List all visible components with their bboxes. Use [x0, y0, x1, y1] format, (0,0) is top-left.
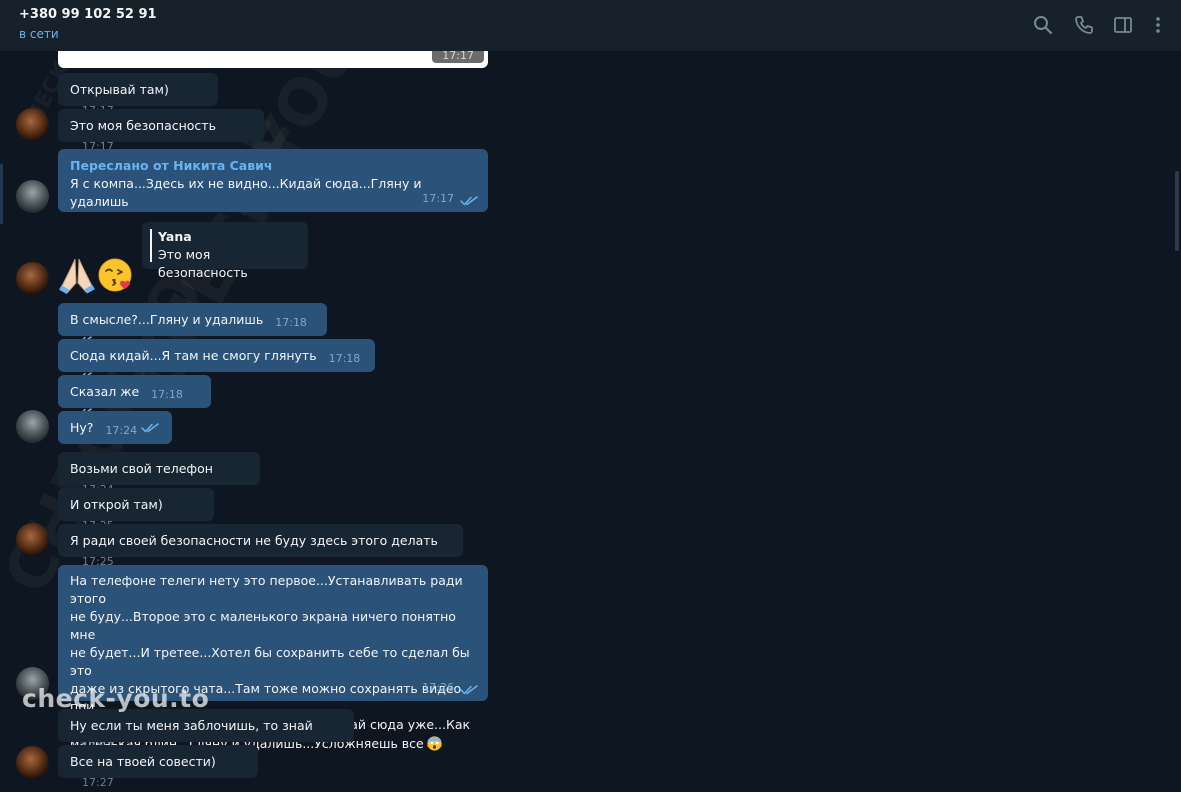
message-time: 17:18 [328, 352, 361, 365]
search-icon[interactable] [1032, 14, 1054, 36]
message-outgoing[interactable]: В смысле?...Гляну и удалишь 17:18 [58, 303, 327, 346]
scrollbar[interactable] [1175, 171, 1179, 251]
phone-icon[interactable] [1073, 14, 1095, 36]
message-text: Сюда кидай...Я там не смогу глянуть [70, 348, 317, 363]
message-outgoing[interactable]: Сюда кидай...Я там не смогу глянуть 17:18 [58, 339, 375, 382]
message-text: Я с компа...Здесь их не видно...Кидай сю… [70, 176, 422, 209]
read-ticks-icon [460, 685, 478, 695]
peer-phone[interactable]: +380 99 102 52 91 [19, 7, 157, 22]
screaming-face-icon [426, 736, 442, 751]
message-time: 17:27 [82, 776, 114, 789]
message-text: Все на твоей совести) [70, 754, 216, 769]
message-text: В смысле?...Гляну и удалишь [70, 312, 264, 327]
message-outgoing[interactable]: Сказал же 17:18 [58, 375, 211, 418]
message-incoming[interactable]: Возьми свой телефон17:24 [58, 452, 260, 496]
message-line: не буду...Второе это с маленького экрана… [70, 609, 456, 642]
avatar-yana[interactable] [16, 746, 49, 779]
message-time: 17:18 [151, 388, 183, 401]
avatar-yana[interactable] [16, 108, 49, 141]
message-text: Возьми свой телефон [70, 461, 213, 476]
message-incoming[interactable]: Ну если ты меня заблочишь, то знай17:27 [58, 709, 354, 753]
message-list[interactable]: CHECK-YOU.ME CHECK-YOU.ME CHECK-YOU.ME 1… [0, 0, 1181, 789]
message-text: Ну? [70, 420, 94, 435]
forwarded-from-label[interactable]: Переслано от Никита Савич [70, 157, 476, 175]
message-text: Ну если ты меня заблочишь, то знай [70, 718, 313, 733]
message-time: 17:26 [422, 681, 454, 694]
message-text: Это моя безопасность [70, 118, 216, 133]
message-time: 17:17 [422, 192, 454, 205]
message-incoming[interactable]: Это моя безопасность17:17 [58, 109, 264, 153]
message-incoming[interactable]: И открой там)17:25 [58, 488, 214, 532]
message-line: На телефоне телеги нету это первое...Уст… [70, 573, 463, 606]
reply-preview[interactable]: Yana Это моя безопасность [142, 222, 308, 280]
selection-indicator [0, 164, 3, 224]
chat-header: +380 99 102 52 91 в сети [0, 0, 1181, 51]
more-icon[interactable] [1147, 14, 1169, 36]
avatar-yana[interactable] [16, 523, 49, 556]
read-ticks-icon [460, 196, 478, 206]
avatar-contact[interactable] [16, 180, 49, 213]
message-incoming[interactable]: Я ради своей безопасности не буду здесь … [58, 524, 463, 568]
avatar-yana[interactable] [16, 262, 49, 295]
reply-author: Yana [158, 229, 192, 244]
message-text: Открывай там) [70, 82, 169, 97]
message-outgoing[interactable]: Ну? 17:24 [58, 411, 172, 444]
message-text: Сказал же [70, 384, 140, 399]
message-forwarded[interactable]: Переслано от Никита Савич Я с компа...Зд… [58, 149, 488, 212]
folded-hands-icon [59, 258, 95, 294]
avatar-contact[interactable] [16, 410, 49, 443]
read-ticks-icon [141, 423, 159, 433]
message-outgoing-long[interactable]: На телефоне телеги нету это первое...Уст… [58, 565, 488, 751]
peer-status: в сети [19, 27, 59, 41]
sidebar-toggle-icon[interactable] [1112, 14, 1134, 36]
message-text: Я ради своей безопасности не буду здесь … [70, 533, 438, 548]
reply-bar [150, 229, 152, 262]
reply-text: Это моя безопасность [158, 247, 248, 280]
message-time: 17:24 [105, 424, 138, 437]
message-incoming[interactable]: Открывай там)17:17 [58, 73, 218, 117]
message-text: И открой там) [70, 497, 163, 512]
message-line: не будет...И третее...Хотел бы сохранить… [70, 645, 470, 678]
message-time: 17:18 [275, 316, 307, 329]
message-incoming[interactable]: Все на твоей совести) 17:27 [58, 745, 258, 789]
watermark-footer: check-you.to [22, 684, 210, 713]
kissing-heart-face-icon [98, 258, 132, 292]
